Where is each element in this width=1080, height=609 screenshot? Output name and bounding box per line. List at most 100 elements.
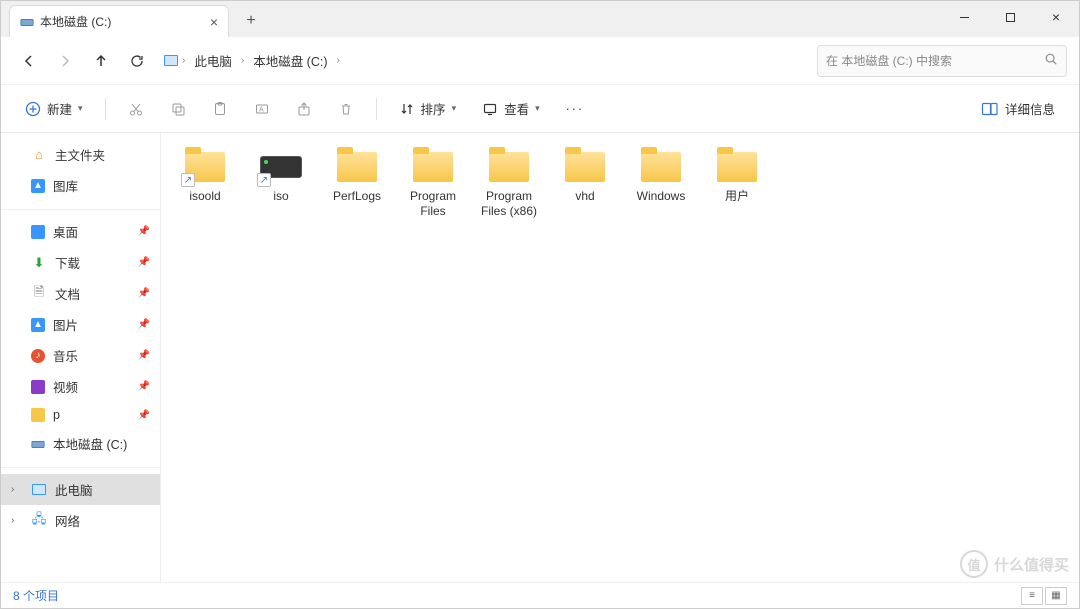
- folder-icon: [413, 152, 453, 182]
- folder-icon: [565, 152, 605, 182]
- download-icon: ⬇: [31, 255, 47, 271]
- file-item[interactable]: vhd: [547, 145, 623, 223]
- tab-title: 本地磁盘 (C:): [40, 13, 111, 30]
- pin-icon: 📌: [138, 226, 150, 237]
- new-label: 新建: [47, 99, 72, 118]
- shortcut-overlay-icon: ↗: [257, 173, 271, 187]
- grid-view-button[interactable]: ▦: [1045, 587, 1067, 605]
- file-item[interactable]: Program Files: [395, 145, 471, 223]
- divider: [105, 98, 106, 120]
- sidebar-item-videos[interactable]: 视频📌: [1, 371, 160, 402]
- music-icon: ♪: [31, 349, 45, 363]
- paste-button[interactable]: [202, 95, 238, 123]
- chevron-right-icon: ›: [181, 55, 186, 66]
- folder-icon: [489, 152, 529, 182]
- search-icon: [1044, 52, 1058, 69]
- current-tab[interactable]: 本地磁盘 (C:) ×: [9, 5, 229, 37]
- view-button[interactable]: 查看 ▾: [472, 93, 550, 124]
- sort-label: 排序: [421, 99, 446, 118]
- address-bar: › 此电脑 › 本地磁盘 (C:) › 在 本地磁盘 (C:) 中搜索: [1, 37, 1079, 85]
- forward-button[interactable]: [49, 45, 81, 77]
- breadcrumb[interactable]: › 此电脑 › 本地磁盘 (C:) ›: [157, 45, 813, 77]
- list-view-button[interactable]: ≡: [1021, 587, 1043, 605]
- cut-button[interactable]: [118, 95, 154, 123]
- svg-text:A: A: [259, 106, 264, 113]
- new-tab-button[interactable]: +: [237, 7, 265, 35]
- content-pane[interactable]: ↗isoold ↗iso PerfLogs Program Files Prog…: [161, 133, 1079, 582]
- sidebar-item-gallery[interactable]: ▲图库: [1, 170, 160, 201]
- tab-close-icon[interactable]: ×: [210, 14, 218, 30]
- file-item[interactable]: PerfLogs: [319, 145, 395, 223]
- document-icon: 🗎: [31, 286, 47, 302]
- pc-icon: [31, 482, 47, 498]
- pictures-icon: ▲: [31, 318, 45, 332]
- monitor-icon: [163, 53, 179, 69]
- desktop-icon: [31, 225, 45, 239]
- refresh-button[interactable]: [121, 45, 153, 77]
- delete-button[interactable]: [328, 95, 364, 123]
- sidebar-item-desktop[interactable]: 桌面📌: [1, 216, 160, 247]
- sidebar-item-network[interactable]: ›🖧网络: [1, 505, 160, 536]
- folder-icon: [717, 152, 757, 182]
- folder-icon: [337, 152, 377, 182]
- divider: [376, 98, 377, 120]
- toolbar: 新建 ▾ A 排序 ▾ 查看 ▾ ··· 详细信息: [1, 85, 1079, 133]
- file-item[interactable]: ↗isoold: [167, 145, 243, 223]
- share-button[interactable]: [286, 95, 322, 123]
- network-icon: 🖧: [31, 513, 47, 529]
- shortcut-overlay-icon: ↗: [181, 173, 195, 187]
- copy-button[interactable]: [160, 95, 196, 123]
- titlebar: 本地磁盘 (C:) × + ×: [1, 1, 1079, 37]
- crumb-thispc[interactable]: 此电脑: [188, 47, 238, 74]
- chevron-down-icon: ▾: [452, 103, 457, 114]
- view-label: 查看: [504, 99, 529, 118]
- window-controls: ×: [941, 1, 1079, 33]
- file-item[interactable]: 用户: [699, 145, 775, 223]
- close-button[interactable]: ×: [1033, 1, 1079, 33]
- rename-button[interactable]: A: [244, 95, 280, 123]
- sidebar-item-downloads[interactable]: ⬇下载📌: [1, 247, 160, 278]
- chevron-right-icon: ›: [336, 55, 341, 66]
- file-item[interactable]: ↗iso: [243, 145, 319, 223]
- folder-icon: [31, 408, 45, 422]
- chevron-down-icon: ▾: [535, 103, 540, 114]
- minimize-button[interactable]: [941, 1, 987, 33]
- gallery-icon: ▲: [31, 179, 45, 193]
- up-button[interactable]: [85, 45, 117, 77]
- drive-icon: [20, 15, 34, 29]
- chevron-right-icon[interactable]: ›: [11, 515, 14, 526]
- sidebar-item-documents[interactable]: 🗎文档📌: [1, 278, 160, 309]
- sidebar-item-thispc[interactable]: ›此电脑: [1, 474, 160, 505]
- chevron-down-icon: ▾: [78, 103, 83, 114]
- search-input[interactable]: 在 本地磁盘 (C:) 中搜索: [817, 45, 1067, 77]
- file-item[interactable]: Program Files (x86): [471, 145, 547, 223]
- search-placeholder: 在 本地磁盘 (C:) 中搜索: [826, 52, 952, 69]
- sort-button[interactable]: 排序 ▾: [389, 93, 467, 124]
- pin-icon: 📌: [138, 319, 150, 330]
- pin-icon: 📌: [138, 350, 150, 361]
- home-icon: ⌂: [31, 147, 47, 163]
- maximize-button[interactable]: [987, 1, 1033, 33]
- pin-icon: 📌: [138, 381, 150, 392]
- details-button[interactable]: 详细信息: [971, 93, 1065, 124]
- pin-icon: 📌: [138, 288, 150, 299]
- details-label: 详细信息: [1005, 99, 1055, 118]
- sidebar-item-cdrive[interactable]: 本地磁盘 (C:): [1, 428, 160, 459]
- status-bar: 8 个项目 ≡ ▦: [1, 582, 1079, 608]
- folder-icon: [641, 152, 681, 182]
- more-button[interactable]: ···: [556, 96, 595, 122]
- new-button[interactable]: 新建 ▾: [15, 93, 93, 124]
- chevron-right-icon: ›: [240, 55, 245, 66]
- pin-icon: 📌: [138, 257, 150, 268]
- pin-icon: 📌: [138, 410, 150, 421]
- chevron-right-icon[interactable]: ›: [11, 484, 14, 495]
- back-button[interactable]: [13, 45, 45, 77]
- sidebar: ⌂主文件夹 ▲图库 桌面📌 ⬇下载📌 🗎文档📌 ▲图片📌 ♪音乐📌 视频📌 p📌…: [1, 133, 161, 582]
- item-count: 8 个项目: [13, 587, 59, 604]
- file-item[interactable]: Windows: [623, 145, 699, 223]
- sidebar-item-p[interactable]: p📌: [1, 402, 160, 428]
- sidebar-item-music[interactable]: ♪音乐📌: [1, 340, 160, 371]
- sidebar-item-pictures[interactable]: ▲图片📌: [1, 309, 160, 340]
- sidebar-item-home[interactable]: ⌂主文件夹: [1, 139, 160, 170]
- crumb-drive[interactable]: 本地磁盘 (C:): [247, 47, 333, 74]
